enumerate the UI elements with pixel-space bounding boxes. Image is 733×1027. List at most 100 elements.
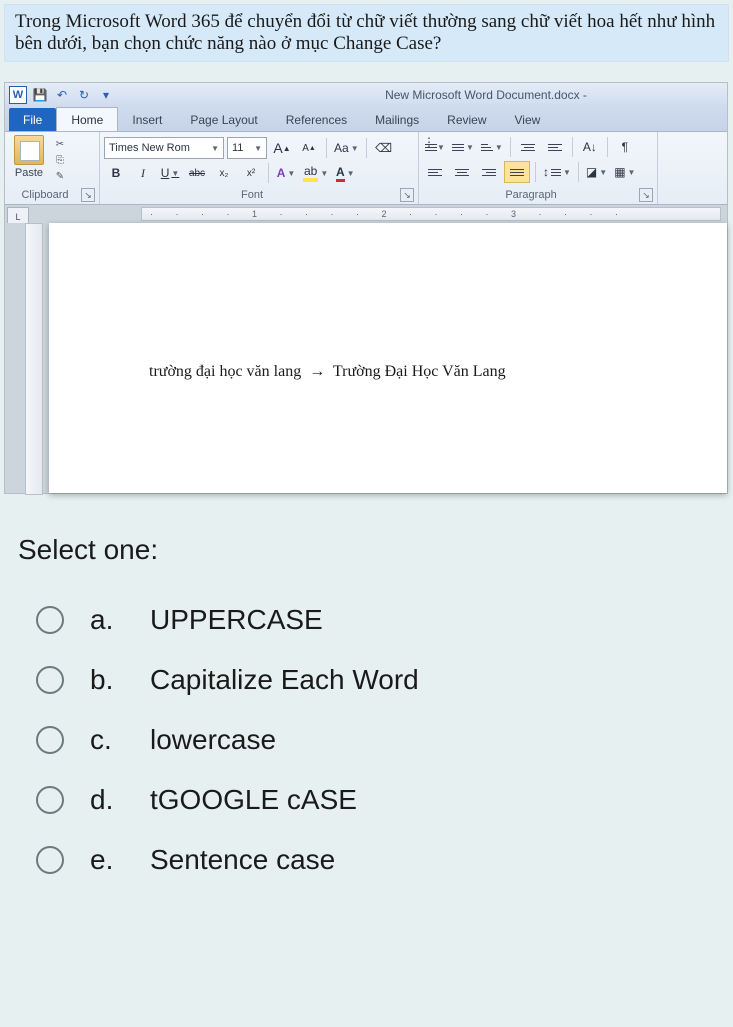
- question-text: Trong Microsoft Word 365 để chuyển đổi t…: [4, 4, 729, 62]
- paragraph-group-label: Paragraph: [423, 189, 639, 201]
- clipboard-launcher-icon[interactable]: ↘: [81, 188, 95, 202]
- font-color-button[interactable]: A▼: [333, 163, 357, 183]
- option-letter: e.: [90, 844, 124, 876]
- ruler-marks: · · · · 1 · · · · 2 · · · · 3 · · · ·: [150, 209, 628, 219]
- bold-button[interactable]: B: [104, 163, 128, 183]
- paste-button[interactable]: Paste: [9, 135, 49, 179]
- redo-icon[interactable]: ↻: [75, 86, 93, 104]
- bullets-button[interactable]: ⋮▼: [423, 137, 447, 157]
- qat-more-icon[interactable]: ▾: [97, 86, 115, 104]
- line-spacing-button[interactable]: ↕▼: [541, 162, 573, 182]
- chevron-down-icon: ▼: [252, 144, 262, 153]
- word-screenshot: W 💾 ↶ ↻ ▾ New Microsoft Word Document.do…: [4, 82, 728, 494]
- paste-label: Paste: [9, 167, 49, 179]
- cut-icon[interactable]: ✂: [51, 137, 69, 151]
- tab-review[interactable]: Review: [433, 108, 500, 131]
- tab-insert[interactable]: Insert: [118, 108, 176, 131]
- tab-file[interactable]: File: [9, 108, 56, 131]
- shrink-font-icon[interactable]: A▲: [297, 138, 321, 158]
- option-letter: d.: [90, 784, 124, 816]
- radio-icon[interactable]: [36, 606, 64, 634]
- ruler-area: L · · · · 1 · · · · 2 · · · · 3 · · · ·: [5, 205, 727, 223]
- group-paragraph: ⋮▼ ▼ ▼ A↓ ¶: [419, 132, 658, 204]
- align-left-button[interactable]: [423, 162, 447, 182]
- group-font: Times New Rom ▼ 11 ▼ A▲ A▲ Aa▼ ⌫ B: [100, 132, 419, 204]
- option-text: tGOOGLE cASE: [150, 784, 357, 816]
- sort-button[interactable]: A↓: [578, 137, 602, 157]
- copy-icon[interactable]: ⎘: [51, 153, 69, 167]
- option-letter: c.: [90, 724, 124, 756]
- vertical-ruler[interactable]: [25, 223, 43, 495]
- word-title-bar: W 💾 ↶ ↻ ▾ New Microsoft Word Document.do…: [5, 83, 727, 107]
- strikethrough-button[interactable]: abc: [185, 163, 209, 183]
- paste-icon: [14, 135, 44, 165]
- option-c[interactable]: c. lowercase: [18, 710, 725, 770]
- italic-button[interactable]: I: [131, 163, 155, 183]
- grow-font-icon[interactable]: A▲: [270, 138, 294, 158]
- option-b[interactable]: b. Capitalize Each Word: [18, 650, 725, 710]
- option-e[interactable]: e. Sentence case: [18, 830, 725, 890]
- option-letter: a.: [90, 604, 124, 636]
- font-size-select[interactable]: 11 ▼: [227, 137, 267, 159]
- radio-icon[interactable]: [36, 846, 64, 874]
- horizontal-ruler[interactable]: · · · · 1 · · · · 2 · · · · 3 · · · ·: [141, 207, 721, 221]
- align-center-button[interactable]: [450, 162, 474, 182]
- borders-button[interactable]: ▦▼: [612, 162, 637, 182]
- chevron-down-icon: ▼: [209, 144, 219, 153]
- option-a[interactable]: a. UPPERCASE: [18, 590, 725, 650]
- document-canvas: trường đại học văn lang → Trường Đại Học…: [5, 223, 727, 493]
- subscript-button[interactable]: x₂: [212, 163, 236, 183]
- text-effects-button[interactable]: A▼: [274, 163, 298, 183]
- quick-access-toolbar: W 💾 ↶ ↻ ▾: [5, 86, 115, 104]
- font-name-value: Times New Rom: [109, 142, 190, 154]
- word-icon: W: [9, 86, 27, 104]
- font-name-select[interactable]: Times New Rom ▼: [104, 137, 224, 159]
- option-text: Capitalize Each Word: [150, 664, 419, 696]
- shading-button[interactable]: ◪▼: [584, 162, 609, 182]
- tab-page-layout[interactable]: Page Layout: [176, 108, 271, 131]
- decrease-indent-button[interactable]: [516, 137, 540, 157]
- radio-icon[interactable]: [36, 666, 64, 694]
- show-marks-button[interactable]: ¶: [613, 137, 637, 157]
- align-right-button[interactable]: [477, 162, 501, 182]
- ribbon: Paste ✂ ⎘ ✎ Clipboard ↘: [5, 132, 727, 205]
- superscript-button[interactable]: x²: [239, 163, 263, 183]
- clipboard-group-label: Clipboard: [9, 189, 81, 201]
- radio-icon[interactable]: [36, 786, 64, 814]
- option-text: Sentence case: [150, 844, 335, 876]
- highlight-button[interactable]: ab▼: [301, 163, 330, 183]
- multilevel-button[interactable]: ▼: [479, 137, 505, 157]
- save-icon[interactable]: 💾: [31, 86, 49, 104]
- document-title: New Microsoft Word Document.docx -: [245, 88, 727, 102]
- arrow-icon: →: [305, 363, 329, 380]
- answers-prompt: Select one:: [18, 534, 725, 566]
- increase-indent-button[interactable]: [543, 137, 567, 157]
- tab-references[interactable]: References: [272, 108, 361, 131]
- font-launcher-icon[interactable]: ↘: [400, 188, 414, 202]
- group-clipboard: Paste ✂ ⎘ ✎ Clipboard ↘: [5, 132, 100, 204]
- paragraph-launcher-icon[interactable]: ↘: [639, 188, 653, 202]
- option-d[interactable]: d. tGOOGLE cASE: [18, 770, 725, 830]
- tab-mailings[interactable]: Mailings: [361, 108, 433, 131]
- radio-icon[interactable]: [36, 726, 64, 754]
- option-letter: b.: [90, 664, 124, 696]
- tab-view[interactable]: View: [501, 108, 555, 131]
- numbering-button[interactable]: ▼: [450, 137, 476, 157]
- format-painter-icon[interactable]: ✎: [51, 169, 69, 183]
- option-text: lowercase: [150, 724, 276, 756]
- text-after: Trường Đại Học Văn Lang: [333, 363, 506, 380]
- ribbon-tabs: File Home Insert Page Layout References …: [5, 107, 727, 132]
- option-text: UPPERCASE: [150, 604, 323, 636]
- document-page[interactable]: trường đại học văn lang → Trường Đại Học…: [49, 223, 727, 493]
- underline-button[interactable]: U▼: [158, 163, 182, 183]
- tab-home[interactable]: Home: [56, 107, 118, 131]
- undo-icon[interactable]: ↶: [53, 86, 71, 104]
- text-before: trường đại học văn lang: [149, 363, 301, 380]
- font-size-value: 11: [232, 142, 243, 154]
- document-sample-text: trường đại học văn lang → Trường Đại Học…: [49, 223, 727, 381]
- font-group-label: Font: [104, 189, 400, 201]
- justify-button[interactable]: [504, 161, 530, 183]
- answers-section: Select one: a. UPPERCASE b. Capitalize E…: [18, 534, 725, 890]
- change-case-button[interactable]: Aa▼: [332, 138, 361, 158]
- clear-formatting-icon[interactable]: ⌫: [372, 138, 396, 158]
